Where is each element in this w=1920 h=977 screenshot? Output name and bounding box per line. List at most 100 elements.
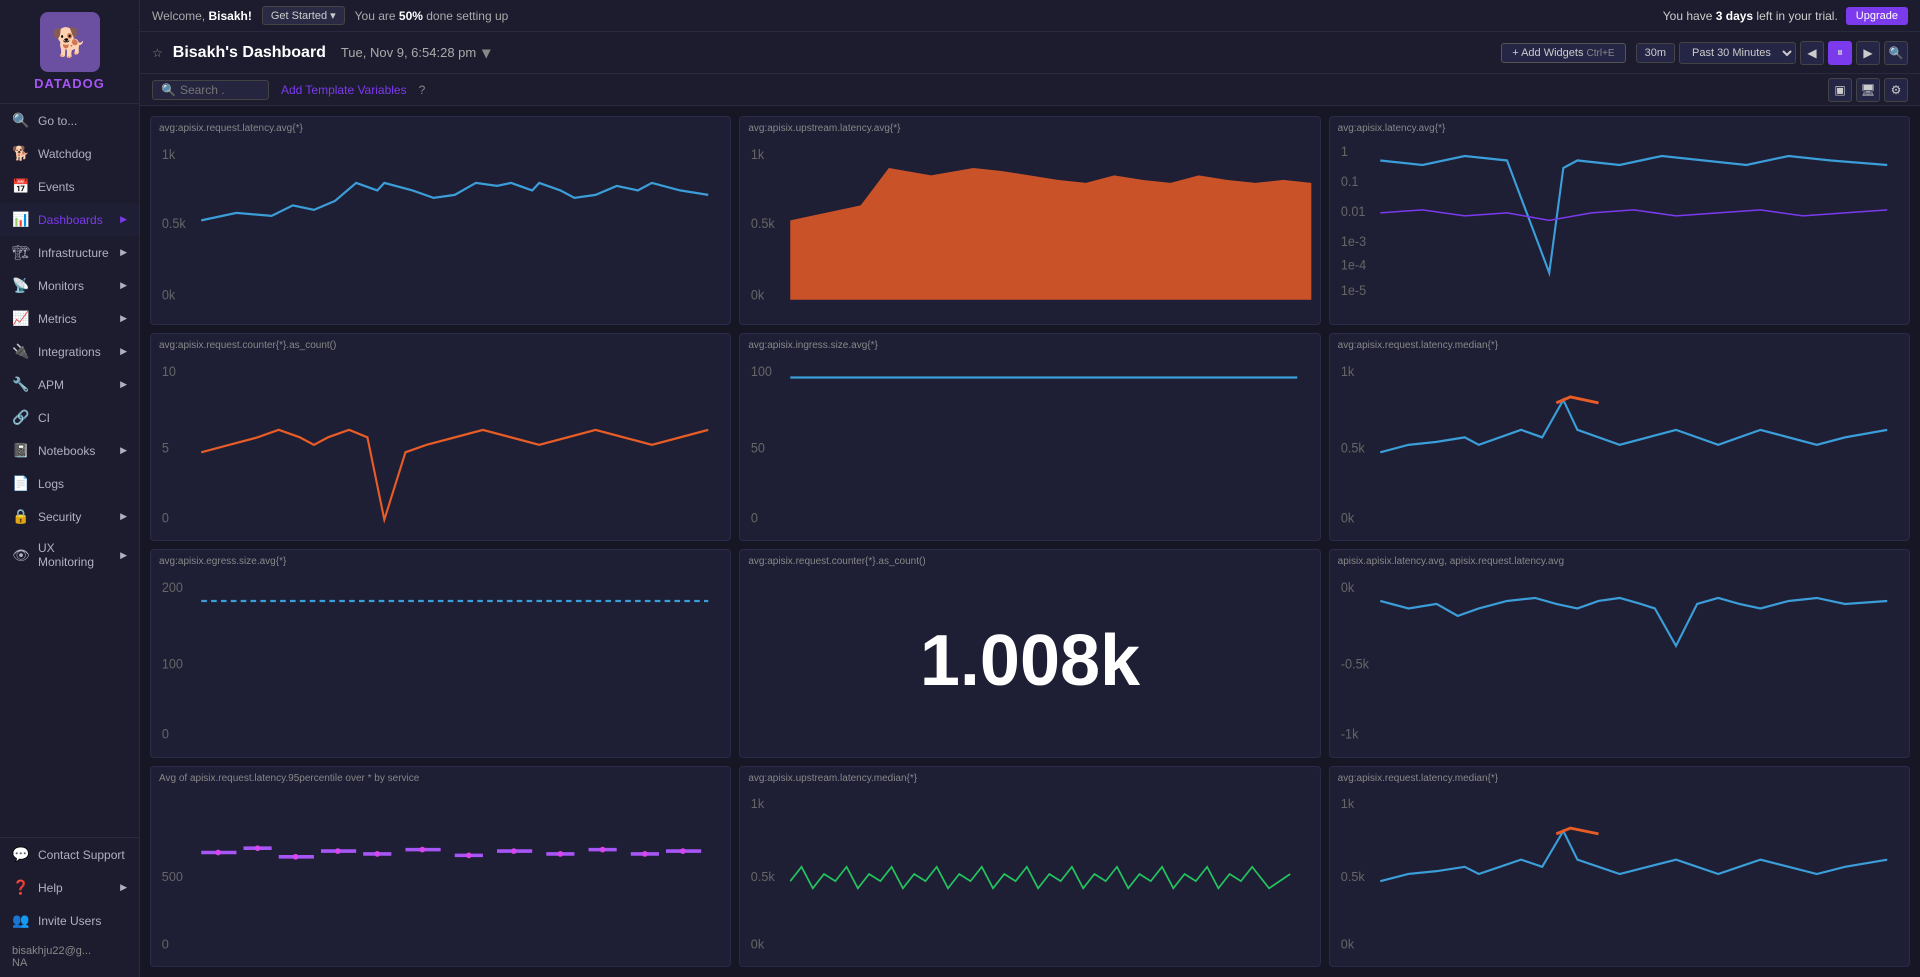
nav-invite-users[interactable]: 👥 Invite Users (0, 904, 139, 937)
nav-apm[interactable]: 🔧 APM ▶ (0, 368, 139, 401)
logo-text: DATADOG (34, 76, 105, 91)
contact-support-label: Contact Support (38, 848, 125, 862)
dashboards-arrow: ▶ (120, 214, 127, 225)
search-time-button[interactable]: 🔍 (1884, 41, 1908, 65)
svg-text:0k: 0k (1340, 510, 1354, 525)
widget-upstream-latency-avg: avg:apisix.upstream.latency.avg{*} 1k 0.… (739, 116, 1320, 325)
svg-text:0k: 0k (751, 936, 765, 951)
svg-text:0.5k: 0.5k (1340, 440, 1364, 455)
nav-monitors[interactable]: 📡 Monitors ▶ (0, 269, 139, 302)
dashboard-dropdown-icon[interactable]: ▾ (482, 43, 490, 63)
nav-metrics[interactable]: 📈 Metrics ▶ (0, 302, 139, 335)
widget-7-chart: 200 100 0 (159, 571, 722, 751)
notebooks-icon: 📓 (12, 442, 30, 459)
widget-egress-size: avg:apisix.egress.size.avg{*} 200 100 0 (150, 549, 731, 758)
svg-text:1e-4: 1e-4 (1340, 257, 1365, 272)
contact-support-icon: 💬 (12, 846, 30, 863)
nav-logs[interactable]: 📄 Logs (0, 467, 139, 500)
username: Bisakh! (208, 9, 251, 23)
nav-goto[interactable]: 🔍 Go to... (0, 104, 139, 137)
ux-icon: 👁 (12, 547, 30, 564)
trial-days: 3 days (1716, 9, 1753, 23)
notebooks-label: Notebooks (38, 444, 95, 458)
upgrade-button[interactable]: Upgrade (1846, 7, 1908, 25)
infrastructure-label: Infrastructure (38, 246, 109, 260)
invite-users-label: Invite Users (38, 914, 101, 928)
get-started-button[interactable]: Get Started ▾ (262, 6, 345, 25)
nav-notebooks[interactable]: 📓 Notebooks ▶ (0, 434, 139, 467)
widget-11-chart: 1k 0.5k 0k (748, 788, 1311, 960)
widget-request-latency-avg: avg:apisix.request.latency.avg{*} 1k 0.5… (150, 116, 731, 325)
svg-text:0.01: 0.01 (1340, 203, 1365, 218)
help-label: Help (38, 881, 63, 895)
widget-5-title: avg:apisix.ingress.size.avg{*} (748, 340, 1311, 351)
widget-4-chart: 10 5 0 (159, 355, 722, 535)
search-input[interactable] (180, 83, 260, 97)
nav-ci[interactable]: 🔗 CI (0, 401, 139, 434)
dashboard-title: Bisakh's Dashboard Tue, Nov 9, 6:54:28 p… (173, 43, 490, 63)
svg-text:-1k: -1k (1340, 727, 1358, 742)
nav-integrations[interactable]: 🔌 Integrations ▶ (0, 335, 139, 368)
svg-text:0.5k: 0.5k (751, 869, 776, 884)
favorite-star-icon[interactable]: ☆ (152, 46, 163, 60)
nav-events[interactable]: 📅 Events (0, 170, 139, 203)
widget-latency-combined: apisix.apisix.latency.avg, apisix.reques… (1329, 549, 1910, 758)
svg-text:-0.5k: -0.5k (1340, 656, 1369, 671)
nav-infrastructure[interactable]: 🏗 Infrastructure ▶ (0, 236, 139, 269)
dashboard-grid: avg:apisix.request.latency.avg{*} 1k 0.5… (140, 106, 1920, 977)
nav-contact-support[interactable]: 💬 Contact Support (0, 838, 139, 871)
logs-icon: 📄 (12, 475, 30, 492)
topbar-right: You have 3 days left in your trial. Upgr… (1663, 7, 1908, 25)
nav-security[interactable]: 🔒 Security ▶ (0, 500, 139, 533)
svg-text:200: 200 (162, 580, 183, 595)
nav-watchdog[interactable]: 🐕 Watchdog (0, 137, 139, 170)
progress-percent: 50% (399, 9, 423, 23)
dashboards-icon: 📊 (12, 211, 30, 228)
notebooks-arrow: ▶ (120, 445, 127, 456)
welcome-prefix: Welcome, (152, 9, 208, 23)
widget-11-title: avg:apisix.upstream.latency.median{*} (748, 773, 1311, 784)
user-info: bisakhju22@g... NA (0, 937, 139, 977)
events-label: Events (38, 180, 75, 194)
get-started-label: Get Started (271, 10, 327, 22)
widget-8-title: avg:apisix.request.counter{*}.as_count() (748, 556, 1311, 567)
infrastructure-arrow: ▶ (120, 247, 127, 258)
trial-suffix: left in your trial. (1753, 9, 1838, 23)
user-region: NA (12, 957, 127, 969)
widget-ingress-size: avg:apisix.ingress.size.avg{*} 100 50 0 (739, 333, 1320, 542)
template-help-icon[interactable]: ? (419, 83, 426, 97)
monitor-view-button[interactable]: 🖥 (1856, 78, 1880, 102)
add-widget-label: + Add Widgets (1512, 47, 1583, 59)
ci-label: CI (38, 411, 50, 425)
nav-ux-monitoring[interactable]: 👁 UX Monitoring ▶ (0, 533, 139, 577)
widget-request-latency-median: avg:apisix.request.latency.median{*} 1k … (1329, 333, 1910, 542)
sidebar: 🐕 DATADOG 🔍 Go to... 🐕 Watchdog 📅 Events… (0, 0, 140, 977)
widget-9-chart: 0k -0.5k -1k (1338, 571, 1901, 751)
big-number-display: 1.008k (920, 620, 1140, 702)
settings-button[interactable]: ⚙ (1884, 78, 1908, 102)
desktop-view-button[interactable]: ▣ (1828, 78, 1852, 102)
svg-text:0.5k: 0.5k (751, 215, 775, 230)
svg-text:100: 100 (751, 363, 772, 378)
add-widget-button[interactable]: + Add Widgets Ctrl+E (1501, 43, 1625, 63)
nav-help[interactable]: ❓ Help ▶ (0, 871, 139, 904)
prev-button[interactable]: ◀ (1800, 41, 1824, 65)
ci-icon: 🔗 (12, 409, 30, 426)
svg-text:5: 5 (162, 440, 169, 455)
pause-button[interactable]: ⏸ (1828, 41, 1852, 65)
next-button[interactable]: ▶ (1856, 41, 1880, 65)
svg-text:0.5k: 0.5k (162, 215, 186, 230)
add-template-variables-button[interactable]: Add Template Variables (281, 83, 407, 97)
integrations-label: Integrations (38, 345, 101, 359)
time-range-select[interactable]: Past 30 Minutes (1679, 42, 1796, 64)
svg-text:0.5k: 0.5k (1340, 869, 1365, 884)
widget-6-chart: 1k 0.5k 0k (1338, 355, 1901, 535)
widget-big-number: avg:apisix.request.counter{*}.as_count()… (739, 549, 1320, 758)
display-buttons: ▣ 🖥 ⚙ (1828, 78, 1908, 102)
nav-dashboards[interactable]: 📊 Dashboards ▶ (0, 203, 139, 236)
time-30m[interactable]: 30m (1636, 43, 1675, 63)
topbar: Welcome, Bisakh! Get Started ▾ You are 5… (140, 0, 1920, 32)
svg-text:0: 0 (162, 936, 169, 951)
trial-prefix: You have (1663, 9, 1716, 23)
widget-9-title: apisix.apisix.latency.avg, apisix.reques… (1338, 556, 1901, 567)
